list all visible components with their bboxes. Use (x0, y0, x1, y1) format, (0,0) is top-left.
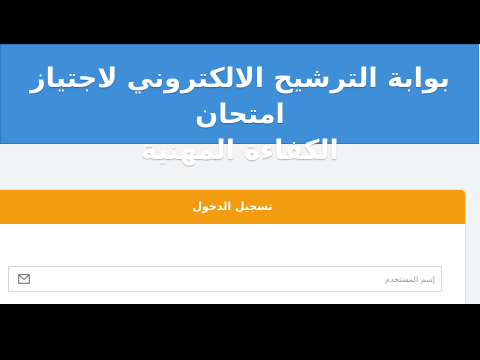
login-card: تسجيل الدخول (0, 189, 466, 304)
login-card-heading: تسجيل الدخول (0, 190, 465, 224)
username-input[interactable] (39, 267, 435, 291)
portal-header: بوابة الترشيح الالكتروني لاجتياز امتحان … (0, 44, 479, 166)
envelope-icon (18, 274, 30, 284)
username-field[interactable] (8, 266, 442, 292)
page-viewport: بوابة الترشيح الالكتروني لاجتياز امتحان … (0, 44, 480, 304)
page-title-line-1: بوابة الترشيح الالكتروني لاجتياز امتحان (30, 63, 450, 130)
page-title-line-2: الكفاءة المهنية (141, 135, 339, 166)
page-title: بوابة الترشيح الالكتروني لاجتياز امتحان … (1, 45, 479, 169)
